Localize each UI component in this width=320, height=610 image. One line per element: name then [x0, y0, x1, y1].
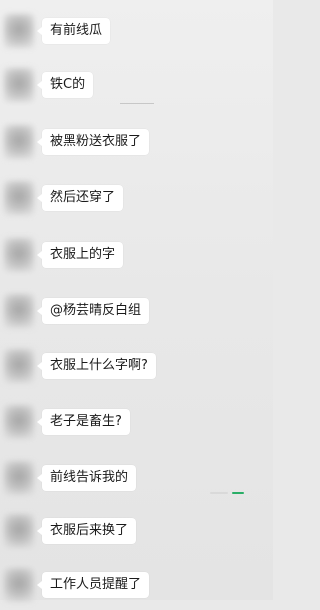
message-bubble[interactable]: 然后还穿了 [36, 185, 124, 211]
message-row: 工作人员提醒了 [0, 562, 273, 610]
avatar[interactable] [4, 68, 34, 102]
message-bubble[interactable]: 工作人员提醒了 [36, 572, 150, 598]
message-bubble[interactable]: 老子是畜生? [37, 409, 130, 435]
avatar[interactable] [4, 125, 34, 159]
avatar[interactable] [4, 568, 34, 602]
avatar[interactable] [4, 14, 34, 48]
divider [120, 103, 154, 104]
message-bubble[interactable]: 前线告诉我的 [36, 465, 137, 491]
message-row: 衣服上什么字啊? [0, 343, 273, 391]
divider [210, 492, 228, 494]
message-row: 老子是畜生? [0, 399, 273, 447]
message-bubble[interactable]: 衣服上的字 [36, 242, 124, 268]
message-bubble[interactable]: @杨芸晴反白组 [36, 298, 150, 324]
message-row: 然后还穿了 [0, 175, 273, 223]
avatar[interactable] [4, 349, 34, 383]
message-row: 衣服上的字 [0, 232, 273, 280]
message-row: 有前线瓜 [0, 8, 273, 56]
avatar[interactable] [4, 514, 34, 548]
avatar[interactable] [4, 461, 34, 495]
avatar[interactable] [4, 238, 34, 272]
chat-screen: 有前线瓜 铁C的 被黑粉送衣服了 然后还穿了 衣服上的字 @杨芸晴反白组 衣服上… [0, 0, 273, 602]
message-bubble[interactable]: 铁C的 [36, 72, 94, 98]
message-bubble[interactable]: 衣服上什么字啊? [37, 353, 156, 379]
message-bubble[interactable]: 有前线瓜 [36, 18, 111, 44]
message-row: 前线告诉我的 [0, 455, 273, 503]
divider [232, 492, 244, 494]
message-row: 被黑粉送衣服了 [0, 119, 273, 167]
message-bubble[interactable]: 衣服后来换了 [36, 518, 137, 544]
message-row: @杨芸晴反白组 [0, 288, 273, 336]
avatar[interactable] [4, 405, 34, 439]
avatar[interactable] [4, 181, 34, 215]
message-bubble[interactable]: 被黑粉送衣服了 [36, 129, 150, 155]
message-row: 衣服后来换了 [0, 508, 273, 556]
avatar[interactable] [4, 294, 34, 328]
